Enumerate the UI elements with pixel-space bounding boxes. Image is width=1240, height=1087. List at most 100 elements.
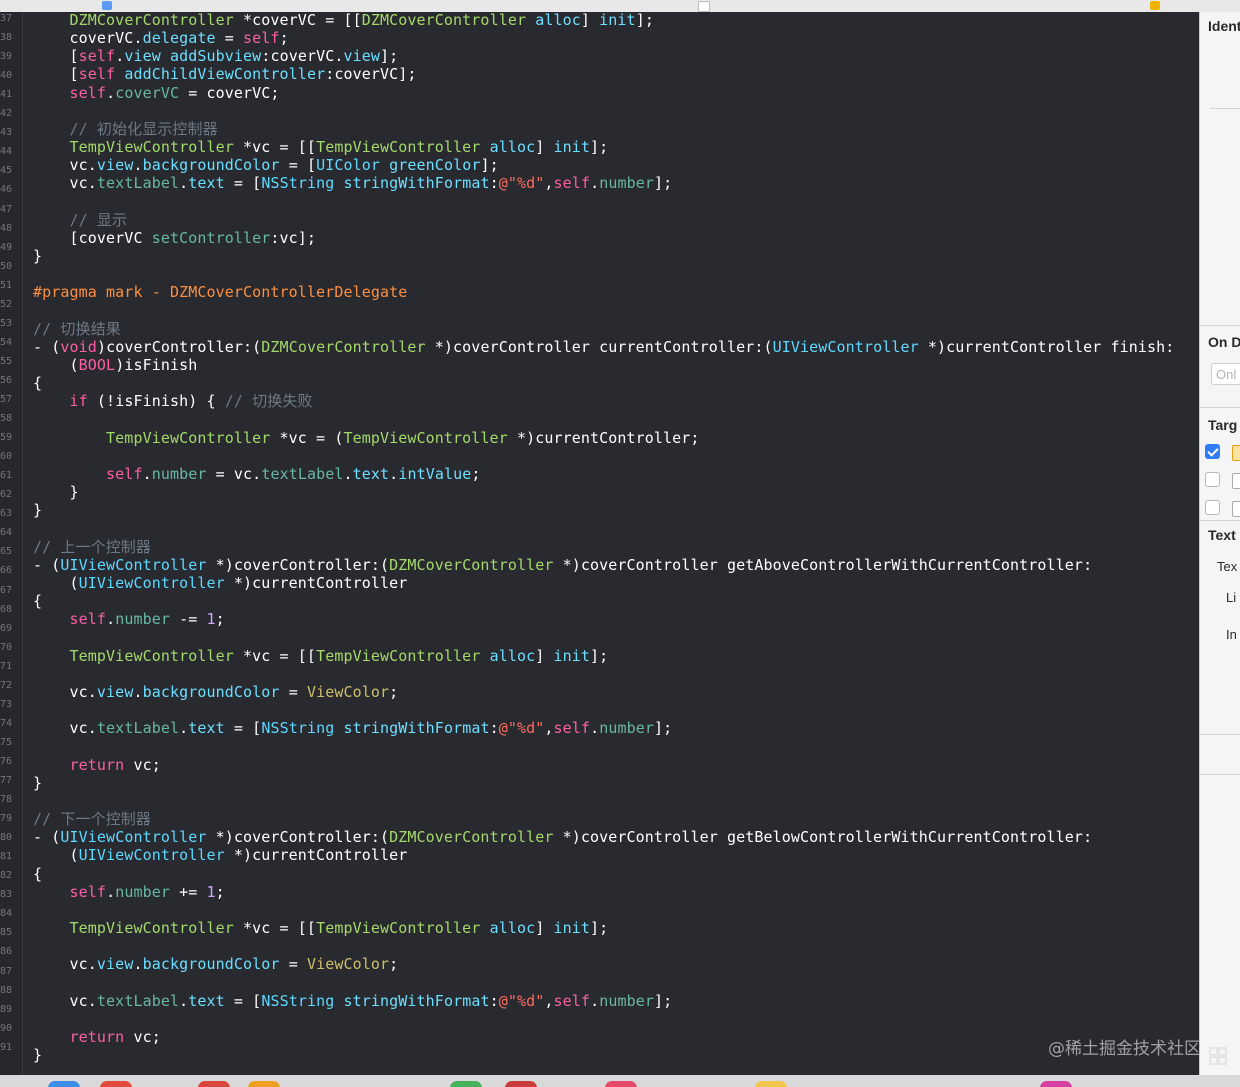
target-checkbox[interactable] bbox=[1205, 472, 1220, 487]
dock-app-icon[interactable] bbox=[505, 1081, 537, 1087]
code-line: } bbox=[33, 483, 79, 501]
line-number: 65 bbox=[0, 546, 13, 558]
code-token: backgroundColor bbox=[142, 955, 280, 974]
code-token: ]; bbox=[654, 174, 673, 193]
code-token: ViewColor bbox=[306, 682, 390, 701]
target-icon bbox=[1232, 501, 1240, 517]
code-token: ; bbox=[215, 610, 225, 629]
line-number: 67 bbox=[0, 584, 13, 596]
dock-app-icon[interactable] bbox=[1040, 1081, 1072, 1087]
code-token: . bbox=[590, 991, 600, 1010]
code-token: , bbox=[544, 174, 554, 193]
code-token: UIViewController bbox=[772, 337, 919, 356]
code-token: *)coverController currentController:( bbox=[425, 337, 773, 356]
dock-app-icon[interactable] bbox=[248, 1081, 280, 1087]
dock-app-icon[interactable] bbox=[48, 1081, 80, 1087]
target-checkbox[interactable] bbox=[1205, 500, 1220, 515]
line-number: 63 bbox=[0, 508, 13, 520]
code-line: (UIViewController *)currentController bbox=[33, 846, 408, 864]
dock-app-icon[interactable] bbox=[450, 1081, 482, 1087]
code-token: addChildViewController bbox=[124, 65, 326, 84]
code-token: TempViewController bbox=[69, 646, 234, 665]
code-token: . bbox=[106, 83, 116, 102]
code-token: . bbox=[142, 465, 152, 483]
code-token: += bbox=[170, 882, 207, 901]
code-token: UIViewController bbox=[78, 573, 225, 592]
code-line: if (!isFinish) { // 切换失败 bbox=[33, 392, 313, 410]
code-line: vc.textLabel.text = [NSString stringWith… bbox=[33, 174, 673, 193]
code-token: . bbox=[179, 991, 189, 1010]
dock-app-icon[interactable] bbox=[755, 1081, 787, 1087]
code-token: :coverVC]; bbox=[325, 65, 417, 84]
line-number: 51 bbox=[0, 279, 13, 291]
code-line: self.number -= 1; bbox=[33, 610, 225, 628]
on-demand-tags-field[interactable]: Onl bbox=[1211, 363, 1240, 385]
code-token: 1 bbox=[206, 882, 216, 901]
line-number: 57 bbox=[0, 394, 13, 405]
code-token: ; bbox=[279, 29, 289, 48]
code-token: text bbox=[352, 465, 390, 483]
code-line: self.number = vc.textLabel.text.intValue… bbox=[33, 465, 481, 483]
code-token: TempViewController bbox=[106, 428, 271, 447]
line-number: 49 bbox=[0, 241, 13, 253]
code-line: TempViewController *vc = [[TempViewContr… bbox=[33, 646, 609, 665]
code-line: vc.textLabel.text = [NSString stringWith… bbox=[33, 991, 673, 1010]
code-line: // 上一个控制器 bbox=[33, 538, 151, 556]
target-checkbox[interactable] bbox=[1205, 444, 1220, 459]
dock-app-icon[interactable] bbox=[605, 1081, 637, 1087]
code-token: DZMCoverController bbox=[361, 12, 527, 29]
divider bbox=[1210, 108, 1240, 109]
code-token: setController bbox=[151, 228, 271, 247]
line-number: 56 bbox=[0, 374, 13, 386]
on-demand-section-header: On D bbox=[1208, 334, 1240, 350]
code-token: text bbox=[188, 174, 225, 193]
code-token: = bbox=[279, 682, 307, 701]
code-token: textLabel bbox=[96, 991, 180, 1010]
code-token: init bbox=[553, 646, 591, 665]
code-token: init bbox=[553, 919, 591, 937]
code-token: return bbox=[69, 755, 125, 774]
code-token: vc; bbox=[124, 1027, 161, 1046]
code-token: : bbox=[489, 991, 499, 1010]
dock-app-icon[interactable] bbox=[198, 1081, 230, 1087]
code-token: alloc bbox=[489, 138, 536, 157]
line-number: 75 bbox=[0, 736, 13, 748]
code-token: , bbox=[544, 719, 554, 738]
code-token: ]; bbox=[654, 719, 673, 738]
divider bbox=[1200, 325, 1240, 326]
code-token: stringWithFormat bbox=[343, 719, 490, 738]
code-editor[interactable]: DZMCoverController *coverVC = [[DZMCover… bbox=[23, 12, 1199, 1075]
code-token: *coverVC = [[ bbox=[233, 12, 362, 29]
code-token: ; bbox=[389, 955, 399, 974]
code-token: ; bbox=[389, 682, 399, 701]
code-token: self bbox=[78, 47, 116, 66]
code-token: *)currentController bbox=[224, 573, 408, 592]
code-token: . bbox=[115, 47, 125, 66]
code-token: = [ bbox=[224, 719, 262, 738]
line-number: 38 bbox=[0, 32, 13, 44]
code-token: coverVC bbox=[115, 83, 180, 102]
code-token: alloc bbox=[489, 646, 536, 665]
code-token: ] bbox=[580, 12, 600, 29]
text-encoding-label: Tex bbox=[1217, 559, 1238, 574]
text-settings-header: Text bbox=[1208, 527, 1236, 543]
code-line: return vc; bbox=[33, 1028, 161, 1046]
code-token: view bbox=[96, 682, 134, 701]
code-line: } bbox=[33, 247, 42, 265]
line-number: 70 bbox=[0, 641, 13, 653]
line-number: 89 bbox=[0, 1003, 13, 1015]
file-icon bbox=[102, 1, 112, 10]
code-token: [ bbox=[33, 47, 79, 66]
code-token: - ( bbox=[33, 555, 61, 574]
code-token: . bbox=[133, 682, 143, 701]
line-number: 47 bbox=[0, 203, 13, 215]
code-token: = bbox=[215, 29, 244, 48]
dock-app-icon[interactable] bbox=[100, 1081, 132, 1087]
code-line: // 显示 bbox=[33, 211, 128, 229]
divider bbox=[1200, 734, 1240, 735]
code-token: self bbox=[553, 174, 591, 193]
code-token: NSString bbox=[261, 719, 335, 738]
code-token: number bbox=[115, 882, 170, 901]
code-token: // 上一个控制器 bbox=[33, 537, 151, 556]
